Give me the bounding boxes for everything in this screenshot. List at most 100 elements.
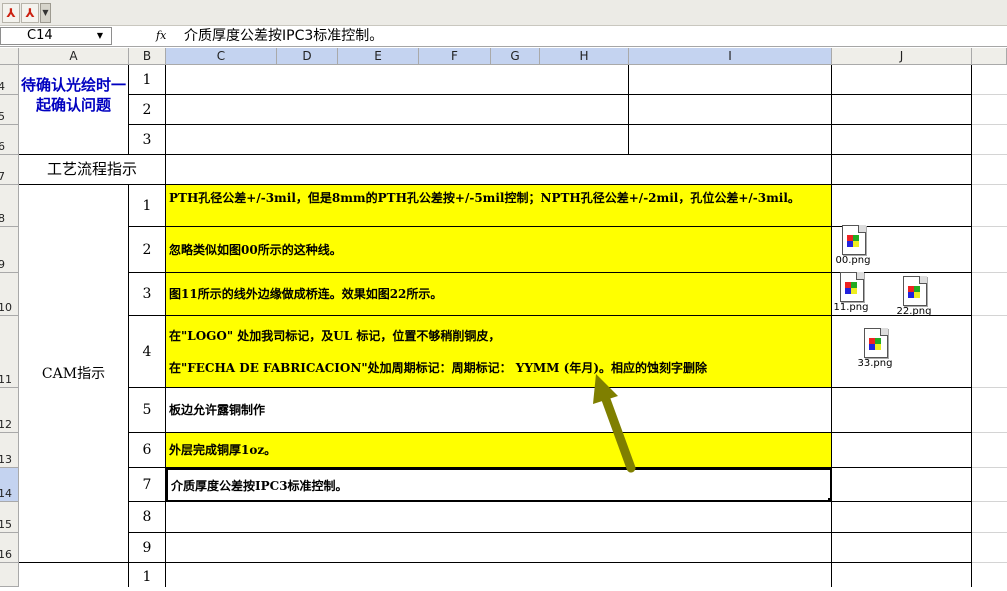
row-header[interactable] (0, 563, 19, 587)
merged-cell[interactable] (166, 155, 832, 185)
col-header-h[interactable]: H (540, 48, 629, 65)
select-all-corner[interactable] (0, 48, 19, 65)
cell[interactable] (832, 502, 972, 533)
index-cell[interactable]: 5 (129, 388, 166, 433)
cell[interactable] (629, 125, 832, 155)
cam-item-cell[interactable]: 板边允许露铜制作 (166, 388, 832, 433)
function-icon[interactable]: fx (156, 28, 170, 44)
row-header[interactable]: 11 (0, 316, 19, 388)
attachment-00[interactable]: 00.png (834, 225, 872, 269)
cell[interactable] (832, 125, 972, 155)
row-header[interactable]: 12 (0, 388, 19, 433)
cell[interactable] (972, 155, 1007, 185)
row-header-selected[interactable]: 14 (0, 468, 19, 502)
cell[interactable] (972, 388, 1007, 433)
attachment-11[interactable]: 11.png (832, 272, 870, 316)
index-cell[interactable]: 4 (129, 316, 166, 388)
cam-item-cell[interactable] (166, 533, 832, 563)
cam-item-cell[interactable]: 在"LOGO" 处加我司标记，及UL 标记，位置不够稍削铜皮， 在"FECHA … (166, 316, 832, 388)
chevron-down-icon[interactable]: ▼ (94, 30, 106, 42)
cell[interactable] (832, 533, 972, 563)
col-header-d[interactable]: D (277, 48, 338, 65)
image-file-icon (842, 225, 866, 255)
merged-cell[interactable] (166, 125, 629, 155)
col-header-j[interactable]: J (832, 48, 972, 65)
cell[interactable] (972, 65, 1007, 95)
row-header[interactable]: 4 (0, 65, 19, 95)
index-cell[interactable]: 1 (129, 185, 166, 227)
cell[interactable] (972, 125, 1007, 155)
attachment-22[interactable]: 22.png (895, 276, 933, 320)
cell[interactable] (972, 533, 1007, 563)
attachment-label: 11.png (833, 302, 869, 313)
index-cell[interactable]: 2 (129, 95, 166, 125)
cell[interactable] (972, 273, 1007, 316)
cam-item-cell[interactable]: 图11所示的线外边缘做成桥连。效果如图22所示。 (166, 273, 832, 316)
row-header[interactable]: 10 (0, 273, 19, 316)
cell[interactable] (832, 468, 972, 502)
cam-title-cell[interactable]: CAM指示 (19, 185, 129, 563)
formula-input[interactable]: 介质厚度公差按IPC3标准控制。 (184, 27, 984, 45)
index-cell[interactable]: 2 (129, 227, 166, 273)
cell[interactable] (832, 185, 972, 227)
row-header[interactable]: 9 (0, 227, 19, 273)
active-cell[interactable]: 介质厚度公差按IPC3标准控制。 (166, 468, 832, 502)
cell[interactable] (19, 563, 129, 587)
process-title-cell[interactable]: 工艺流程指示 (19, 155, 166, 185)
col-header-b[interactable]: B (129, 48, 166, 65)
col-header-e[interactable]: E (338, 48, 419, 65)
col-header-g[interactable]: G (491, 48, 540, 65)
col-header-i[interactable]: I (629, 48, 832, 65)
index-cell[interactable]: 1 (129, 563, 166, 587)
row-header[interactable]: 5 (0, 95, 19, 125)
row-header[interactable]: 8 (0, 185, 19, 227)
cell[interactable] (832, 388, 972, 433)
cell[interactable] (166, 563, 832, 587)
cell[interactable] (832, 95, 972, 125)
cell[interactable] (972, 433, 1007, 468)
cam-item-cell[interactable]: 忽略类似如图00所示的这种线。 (166, 227, 832, 273)
index-cell[interactable]: 3 (129, 273, 166, 316)
index-cell[interactable]: 7 (129, 468, 166, 502)
index-cell[interactable]: 6 (129, 433, 166, 468)
col-header-c[interactable]: C (166, 48, 277, 65)
col-header-f[interactable]: F (419, 48, 491, 65)
cell[interactable] (972, 468, 1007, 502)
row-header[interactable]: 16 (0, 533, 19, 563)
cam-item-cell[interactable]: 外层完成铜厚1oz。 (166, 433, 832, 468)
row-header[interactable]: 15 (0, 502, 19, 533)
cam-item-cell[interactable] (166, 502, 832, 533)
cell[interactable] (972, 95, 1007, 125)
index-cell[interactable]: 3 (129, 125, 166, 155)
cell[interactable] (629, 65, 832, 95)
cell[interactable] (832, 65, 972, 95)
toolbar-options-icon[interactable]: ▼ (40, 3, 51, 23)
cell[interactable] (832, 155, 972, 185)
attachment-label: 33.png (857, 358, 893, 369)
col-header-k[interactable] (972, 48, 1007, 65)
cell[interactable] (629, 95, 832, 125)
attachment-33[interactable]: 33.png (856, 328, 894, 372)
row-header[interactable]: 6 (0, 125, 19, 155)
index-cell[interactable]: 8 (129, 502, 166, 533)
cell[interactable] (972, 185, 1007, 227)
pdf-convert-icon[interactable]: ⅄ (21, 3, 39, 23)
process-title: 工艺流程指示 (46, 160, 137, 178)
cell[interactable] (972, 502, 1007, 533)
index-cell[interactable]: 1 (129, 65, 166, 95)
section-title: 待确认光绘时一起确认问题 (20, 76, 126, 114)
cell[interactable] (972, 316, 1007, 388)
cam-item-cell[interactable]: PTH孔径公差+/-3mil，但是8mm的PTH孔公差按+/-5mil控制；NP… (166, 185, 832, 227)
cell[interactable] (832, 316, 972, 388)
pdf-icon[interactable]: ⅄ (2, 3, 20, 23)
col-header-a[interactable]: A (19, 48, 129, 65)
cell[interactable] (972, 227, 1007, 273)
cell[interactable] (832, 433, 972, 468)
cell[interactable] (832, 563, 972, 587)
index-cell[interactable]: 9 (129, 533, 166, 563)
merged-cell[interactable] (166, 95, 629, 125)
merged-cell[interactable] (166, 65, 629, 95)
row-header[interactable]: 13 (0, 433, 19, 468)
row-header[interactable]: 7 (0, 155, 19, 185)
section-title-cell[interactable]: 待确认光绘时一起确认问题 (19, 65, 129, 155)
